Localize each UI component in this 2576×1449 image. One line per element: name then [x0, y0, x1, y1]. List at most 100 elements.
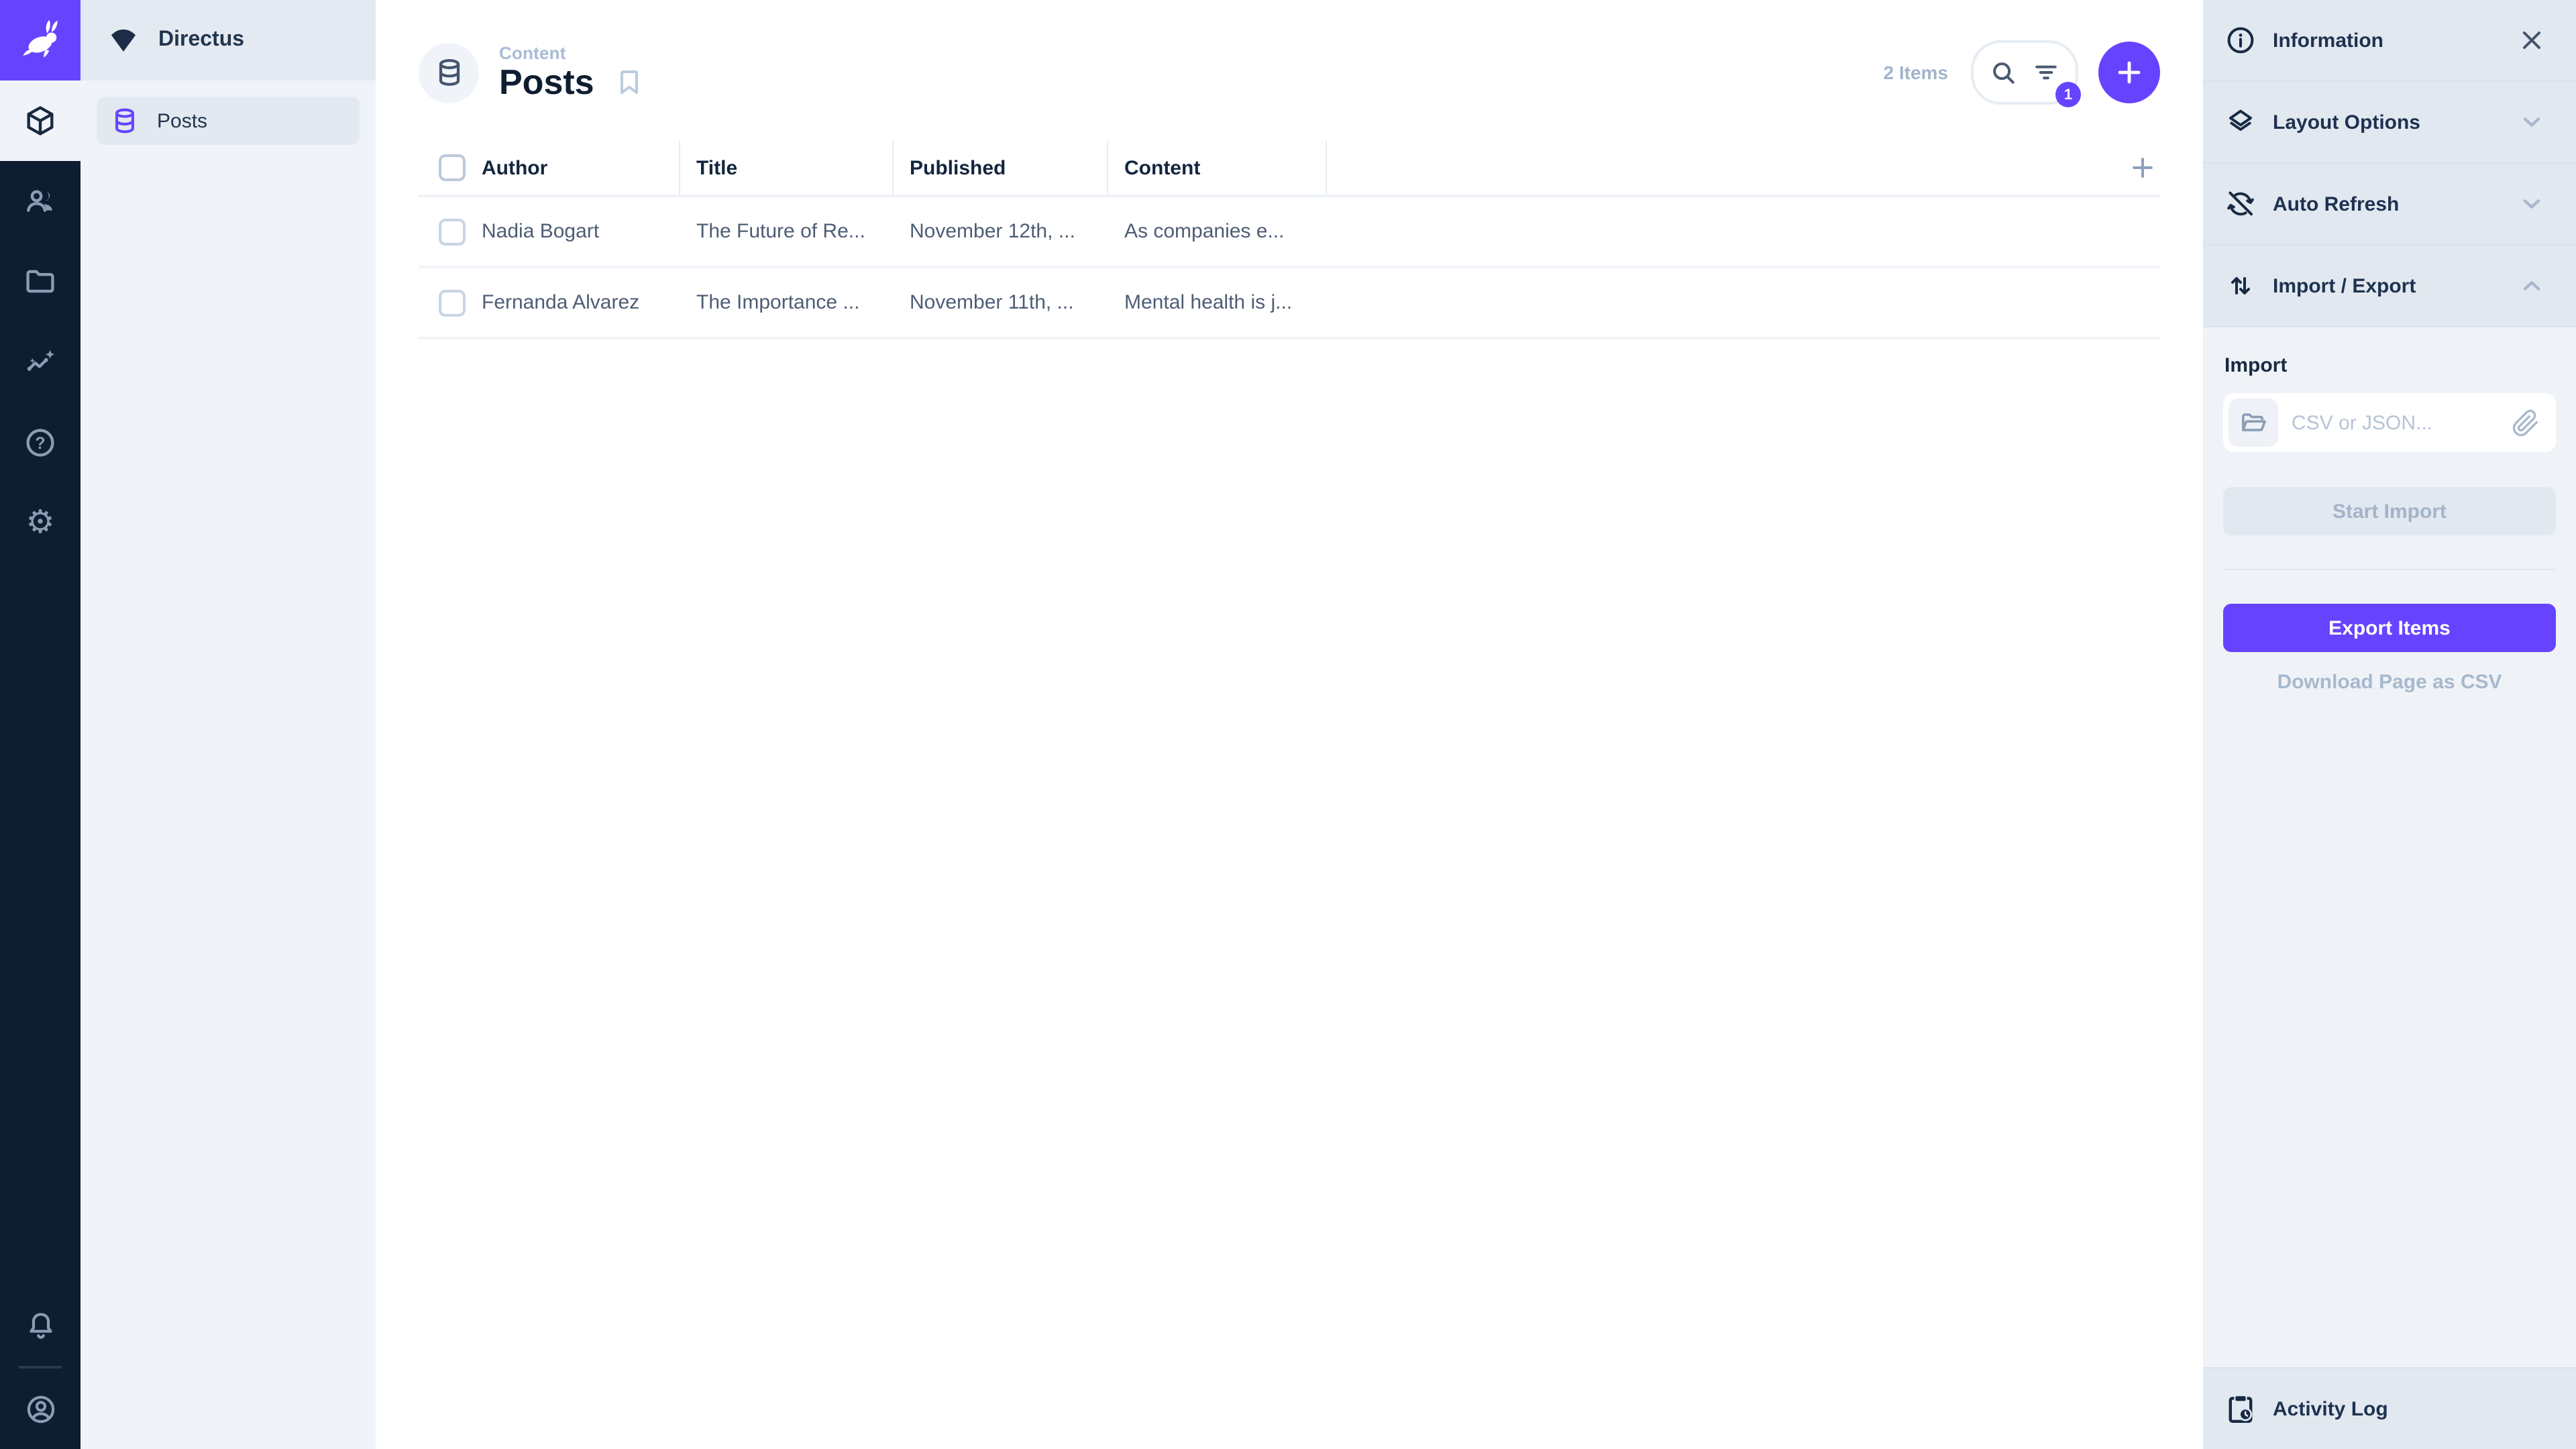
swap-vert-icon: [2224, 270, 2257, 302]
import-heading: Import: [2224, 354, 2556, 377]
activity-log-label: Activity Log: [2273, 1397, 2546, 1420]
settings-module-gear-icon: ⚙: [25, 507, 54, 539]
items-count: 2 Items: [1884, 62, 1949, 83]
select-all-cell: [419, 141, 466, 195]
nav-items: Posts: [80, 80, 376, 161]
svg-text:?: ?: [35, 434, 45, 453]
breadcrumb: Content: [499, 42, 645, 62]
sidebar-section-layout-options[interactable]: Layout Options: [2203, 82, 2576, 164]
cell-published: November 11th, ...: [894, 291, 1108, 314]
table-header-row: Author Title Published Content: [419, 141, 2160, 197]
download-csv-link[interactable]: Download Page as CSV: [2223, 671, 2556, 694]
import-file-input[interactable]: CSV or JSON...: [2223, 393, 2556, 452]
row-select-cell: [419, 268, 466, 337]
add-column-icon[interactable]: [2128, 153, 2157, 182]
notifications-bell-icon: [23, 1309, 57, 1342]
bookmark-icon: [613, 66, 645, 99]
database-icon: [110, 106, 140, 136]
plus-icon: [2113, 56, 2145, 89]
header-actions: 2 Items 1: [1884, 40, 2161, 105]
close-icon[interactable]: [2517, 25, 2546, 55]
row-checkbox[interactable]: [439, 218, 466, 245]
module-content[interactable]: [0, 80, 80, 161]
filter-icon[interactable]: [2031, 58, 2061, 87]
module-files[interactable]: [0, 241, 80, 322]
column-header-title[interactable]: Title: [680, 141, 894, 195]
main-content: Content Posts 2 Items: [376, 0, 2203, 1449]
folder-open-icon: [2239, 408, 2268, 437]
sidebar-section-import-export[interactable]: Import / Export: [2203, 246, 2576, 327]
module-docs[interactable]: ?: [0, 402, 80, 483]
row-select-cell: [419, 197, 466, 266]
collection-chip: [419, 42, 479, 103]
nav-item-label: Posts: [157, 109, 207, 132]
sidebar-section-label: Import / Export: [2273, 274, 2501, 297]
clipboard-clock-icon: [2224, 1393, 2257, 1425]
content-module-box-icon: [23, 103, 58, 138]
layers-icon: [2224, 106, 2257, 138]
items-table: Author Title Published Content Nadia Bog…: [419, 141, 2160, 339]
column-header-published[interactable]: Published: [894, 141, 1108, 195]
table-row[interactable]: Fernanda Alvarez The Importance ... Nove…: [419, 268, 2160, 339]
bookmark-button[interactable]: [613, 66, 645, 99]
activity-log-button[interactable]: Activity Log: [2203, 1367, 2576, 1449]
sidebar-section-auto-refresh[interactable]: Auto Refresh: [2203, 164, 2576, 246]
directus-logo[interactable]: [0, 0, 80, 80]
row-checkbox[interactable]: [439, 289, 466, 316]
nav-sidebar: Directus Posts: [80, 0, 376, 1449]
account-circle-icon: [23, 1392, 57, 1426]
account-button[interactable]: [0, 1368, 80, 1449]
module-bar: ? ⚙: [0, 0, 80, 1449]
table-header-filler: [1327, 153, 2160, 182]
module-settings[interactable]: ⚙: [0, 483, 80, 564]
search-icon[interactable]: [1988, 58, 2018, 87]
import-export-panel: Import CSV or JSON... Start Import Expor…: [2203, 327, 2576, 694]
file-input-placeholder: CSV or JSON...: [2292, 411, 2498, 434]
module-bar-spacer: [0, 564, 80, 1285]
add-item-button[interactable]: [2098, 42, 2160, 103]
filter-count-badge: 1: [2055, 82, 2081, 107]
select-all-checkbox[interactable]: [439, 154, 466, 181]
docs-module-help-icon: ?: [23, 425, 58, 460]
table-row[interactable]: Nadia Bogart The Future of Re... Novembe…: [419, 197, 2160, 268]
info-icon: [2224, 24, 2257, 56]
panel-divider: [2223, 569, 2556, 570]
insights-module-icon: [23, 345, 58, 380]
nav-item-posts[interactable]: Posts: [97, 97, 360, 145]
chevron-down-icon: [2517, 189, 2546, 219]
search-filter-pill[interactable]: 1: [1971, 40, 2078, 105]
start-import-button[interactable]: Start Import: [2223, 487, 2556, 535]
sync-disabled-icon: [2224, 188, 2257, 220]
signal-fan-icon: [107, 24, 140, 56]
notifications-button[interactable]: [0, 1285, 80, 1366]
project-header[interactable]: Directus: [80, 0, 376, 80]
title-area: Content Posts: [419, 42, 645, 103]
module-users[interactable]: [0, 161, 80, 241]
sidebar-section-label: Information: [2273, 29, 2501, 52]
cell-author: Nadia Bogart: [466, 220, 680, 243]
page-title: Posts: [499, 62, 594, 103]
sidebar-section-label: Layout Options: [2273, 111, 2501, 133]
column-header-content[interactable]: Content: [1108, 141, 1327, 195]
paperclip-icon[interactable]: [2512, 409, 2540, 437]
users-module-icon: [23, 184, 58, 219]
cell-title: The Importance ...: [680, 291, 894, 314]
sidebar-spacer: [2203, 694, 2576, 1367]
info-sidebar: Information Layout Options Au: [2203, 0, 2576, 1449]
cell-author: Fernanda Alvarez: [466, 291, 680, 314]
column-header-author[interactable]: Author: [466, 141, 680, 195]
cell-published: November 12th, ...: [894, 220, 1108, 243]
files-module-folder-icon: [23, 264, 58, 299]
database-icon: [433, 56, 465, 89]
directus-app: ? ⚙ Directus: [0, 0, 2576, 1449]
project-name: Directus: [158, 28, 244, 52]
sidebar-section-information[interactable]: Information: [2203, 0, 2576, 82]
module-insights[interactable]: [0, 322, 80, 402]
chevron-up-icon: [2517, 271, 2546, 301]
cell-content: As companies e...: [1108, 220, 1327, 243]
sidebar-section-label: Auto Refresh: [2273, 193, 2501, 215]
export-items-button[interactable]: Export Items: [2223, 604, 2556, 652]
file-chip: [2229, 398, 2278, 447]
cell-content: Mental health is j...: [1108, 291, 1327, 314]
cell-title: The Future of Re...: [680, 220, 894, 243]
